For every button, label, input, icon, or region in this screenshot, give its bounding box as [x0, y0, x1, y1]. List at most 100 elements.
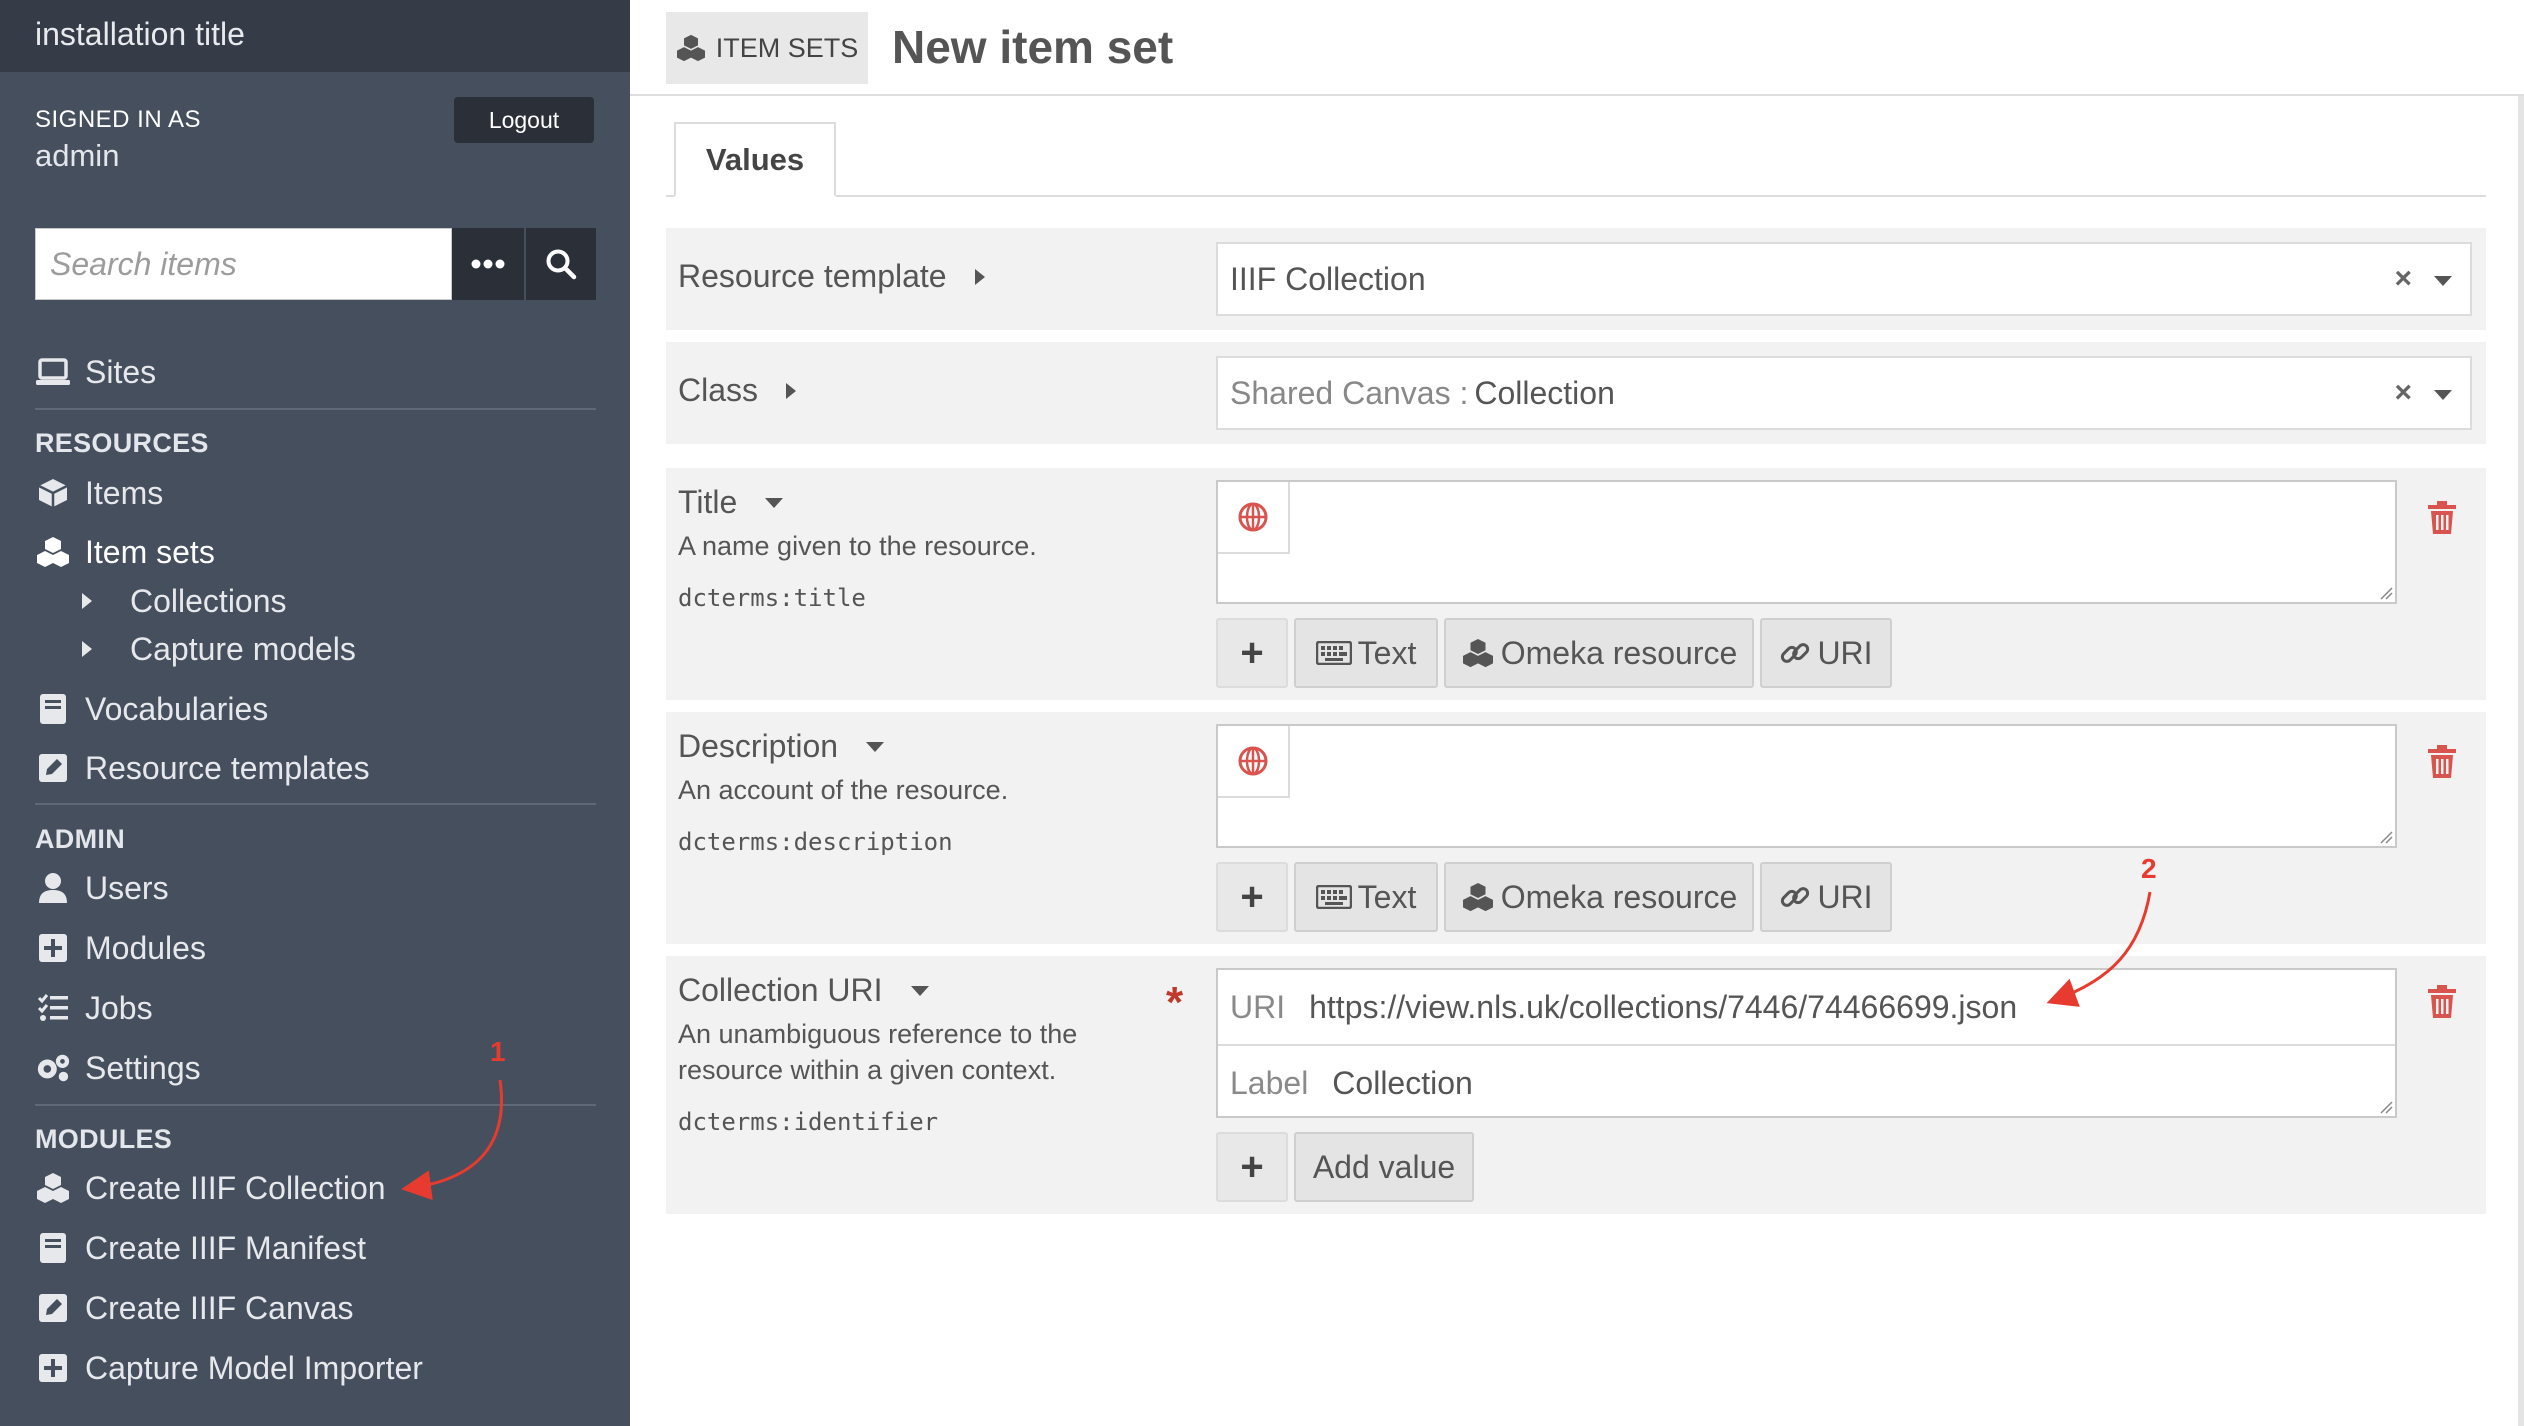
nav-create-iiif-canvas[interactable]: Create IIIF Canvas [35, 1286, 354, 1330]
remove-value-button[interactable] [2422, 982, 2462, 1022]
remove-property-button[interactable] [2422, 498, 2462, 538]
trash-icon [2428, 745, 2456, 778]
resize-handle-icon[interactable] [2379, 586, 2393, 600]
nav-jobs[interactable]: Jobs [35, 986, 153, 1030]
omeka-resource-button-label: Omeka resource [1500, 634, 1738, 671]
nav-capture-models-label: Capture models [130, 630, 356, 667]
description-value-textarea[interactable] [1216, 724, 2397, 848]
resource-template-select[interactable]: IIIF Collection × [1216, 242, 2472, 316]
omeka-resource-button-label: Omeka resource [1500, 878, 1738, 915]
cubes-icon [35, 1170, 71, 1206]
clear-icon[interactable]: × [2394, 262, 2412, 296]
add-uri-value-button[interactable]: URI [1760, 618, 1892, 688]
nav-modules[interactable]: Modules [35, 926, 206, 970]
nav-capture-models[interactable]: Capture models [82, 627, 356, 671]
label-field-value[interactable]: Collection [1332, 1065, 1473, 1102]
search-submit-button[interactable] [524, 228, 596, 300]
nav-users[interactable]: Users [35, 866, 169, 910]
resize-handle-icon[interactable] [2379, 1100, 2393, 1114]
sidebar: installation title SIGNED IN AS admin Lo… [0, 0, 630, 1426]
page-title: New item set [892, 21, 1174, 73]
clear-icon[interactable]: × [2394, 376, 2412, 410]
logout-button[interactable]: Logout [454, 97, 594, 143]
caret-down-icon [910, 985, 929, 996]
add-text-value-button[interactable]: Text [1294, 618, 1438, 688]
add-value-plus-button[interactable]: + [1216, 618, 1288, 688]
title-term: dcterms:title [678, 584, 866, 612]
nav-capture-model-importer[interactable]: Capture Model Importer [35, 1346, 423, 1390]
required-indicator: * [1166, 978, 1184, 1027]
title-description: A name given to the resource. [678, 531, 1037, 561]
resize-handle-icon[interactable] [2379, 830, 2393, 844]
nav-items[interactable]: Items [35, 471, 163, 515]
nav-settings[interactable]: Settings [35, 1046, 201, 1090]
nav-resource-templates-label: Resource templates [85, 749, 370, 786]
breadcrumb-item-sets[interactable]: ITEM SETS [666, 12, 868, 84]
nav-item-sets[interactable]: Item sets [35, 530, 215, 574]
add-omeka-resource-button[interactable]: Omeka resource [1444, 862, 1754, 932]
remove-property-button[interactable] [2422, 742, 2462, 782]
add-value-button[interactable]: Add value [1294, 1132, 1474, 1202]
search-icon [546, 249, 577, 280]
nav-resource-templates[interactable]: Resource templates [35, 746, 370, 790]
keyboard-icon [1315, 641, 1352, 665]
annotation-marker-1: 1 [490, 1036, 506, 1067]
nav-create-iiif-collection[interactable]: Create IIIF Collection [35, 1166, 386, 1210]
sidebar-divider [35, 1104, 596, 1106]
chevron-down-icon[interactable] [2434, 390, 2452, 400]
trash-icon [2428, 985, 2456, 1018]
description-term: dcterms:description [678, 828, 953, 856]
edit-icon [35, 750, 71, 786]
uri-value-box: URI https://view.nls.uk/collections/7446… [1216, 968, 2397, 1118]
laptop-icon [35, 354, 71, 390]
language-button[interactable] [1218, 482, 1290, 554]
collection-uri-label[interactable]: Collection URI [678, 972, 929, 1009]
description-label[interactable]: Description [678, 728, 885, 765]
modules-heading: MODULES [35, 1124, 173, 1154]
installation-title[interactable]: installation title [35, 16, 245, 53]
link-icon [1779, 637, 1811, 669]
nav-collections[interactable]: Collections [82, 579, 287, 623]
resource-template-label[interactable]: Resource template [678, 258, 985, 295]
plus-square-icon [35, 930, 71, 966]
add-value-plus-button[interactable]: + [1216, 1132, 1288, 1202]
caret-right-icon [974, 268, 985, 285]
cubes-icon [676, 34, 706, 62]
class-select[interactable]: Shared Canvas : Collection × [1216, 356, 2472, 430]
add-uri-value-button[interactable]: URI [1760, 862, 1892, 932]
advanced-search-button[interactable] [452, 228, 524, 300]
vertical-scrollbar[interactable] [2518, 96, 2524, 1426]
edit-icon [35, 1290, 71, 1326]
uri-input-row[interactable]: URI https://view.nls.uk/collections/7446… [1218, 970, 2395, 1044]
chevron-down-icon[interactable] [2434, 276, 2452, 286]
caret-down-icon [765, 497, 784, 508]
title-value-textarea[interactable] [1216, 480, 2397, 604]
trash-icon [2428, 501, 2456, 534]
tab-values[interactable]: Values [674, 122, 836, 197]
nav-collections-label: Collections [130, 582, 287, 619]
tabs-divider [666, 195, 2486, 197]
cubes-icon [35, 534, 71, 570]
class-label[interactable]: Class [678, 372, 797, 409]
add-value-plus-button[interactable]: + [1216, 862, 1288, 932]
nav-vocabularies[interactable]: Vocabularies [35, 687, 268, 731]
search-input[interactable] [35, 228, 452, 300]
nav-users-label: Users [85, 869, 169, 906]
language-button[interactable] [1218, 726, 1290, 798]
nav-create-iiif-collection-label: Create IIIF Collection [85, 1169, 386, 1206]
add-text-value-button[interactable]: Text [1294, 862, 1438, 932]
nav-sites-label: Sites [85, 353, 157, 390]
uri-field-label: URI [1230, 988, 1286, 1025]
label-input-row[interactable]: Label Collection [1218, 1046, 2395, 1120]
nav-capture-model-importer-label: Capture Model Importer [85, 1349, 423, 1386]
user-icon [35, 870, 71, 906]
resources-heading: RESOURCES [35, 428, 209, 458]
nav-create-iiif-manifest[interactable]: Create IIIF Manifest [35, 1226, 366, 1270]
title-label[interactable]: Title [678, 484, 784, 521]
nav-sites[interactable]: Sites [35, 350, 156, 394]
installation-title-bar: installation title [0, 0, 630, 72]
resource-template-value: IIIF Collection [1230, 260, 1426, 297]
signed-in-username[interactable]: admin [35, 138, 119, 174]
uri-field-value[interactable]: https://view.nls.uk/collections/7446/744… [1309, 989, 2017, 1026]
add-omeka-resource-button[interactable]: Omeka resource [1444, 618, 1754, 688]
